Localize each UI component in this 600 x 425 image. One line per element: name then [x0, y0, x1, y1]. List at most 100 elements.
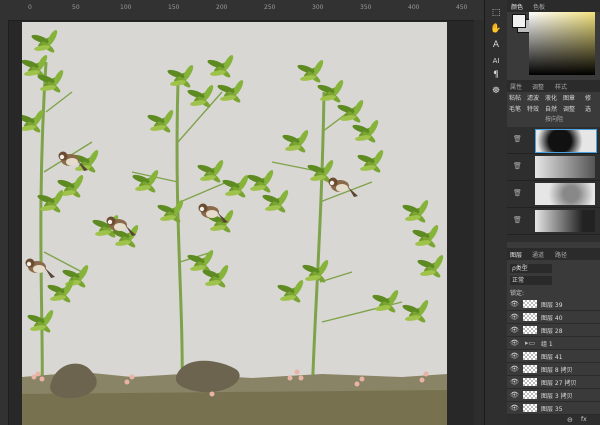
- brush-preset-list[interactable]: 🗑 🗑 🗑 🗑: [507, 127, 600, 242]
- tab-properties[interactable]: 属性: [510, 82, 522, 91]
- ruler-mark: 150: [168, 4, 180, 11]
- action-button[interactable]: 滤波: [527, 94, 539, 104]
- list-item[interactable]: 🗑: [507, 154, 600, 181]
- layer-row[interactable]: 👁 图层 3 拷贝: [507, 389, 600, 402]
- trash-icon[interactable]: 🗑: [513, 189, 522, 197]
- link-icon[interactable]: ⊖: [567, 416, 573, 424]
- preset-thumbnail: [535, 129, 597, 153]
- trash-icon[interactable]: 🗑: [513, 135, 522, 143]
- layer-filter-select[interactable]: ρ类型: [510, 264, 552, 273]
- bamboo-stems: [39, 61, 326, 403]
- layers-panel-tabs: 图层 通道 路径: [507, 248, 600, 260]
- blend-mode-select[interactable]: 正常: [510, 276, 552, 285]
- preset-thumbnail: [535, 183, 595, 205]
- panel-tools-strip: ⬚ ✋ A AI ¶ ☸: [484, 0, 508, 425]
- ruler-mark: 250: [264, 4, 276, 11]
- layer-row[interactable]: 👁 图层 28: [507, 324, 600, 337]
- action-button[interactable]: 特效: [527, 105, 539, 115]
- ruler-mark: 350: [360, 4, 372, 11]
- eye-icon[interactable]: 👁: [510, 352, 519, 360]
- layer-name: 图层 40: [541, 315, 563, 322]
- layer-thumbnail: [523, 365, 537, 373]
- eye-icon[interactable]: 👁: [510, 378, 519, 386]
- eye-icon[interactable]: 👁: [510, 326, 519, 334]
- layer-thumbnail: [523, 326, 537, 334]
- preset-thumbnail: [535, 156, 595, 178]
- layer-name: 图层 8 拷贝: [541, 367, 573, 374]
- action-button[interactable]: 毛笔: [509, 105, 521, 115]
- tab-styles[interactable]: 样式: [555, 82, 567, 91]
- layer-name: 组 1: [541, 341, 553, 348]
- eye-icon[interactable]: 👁: [510, 300, 519, 308]
- layer-row[interactable]: 👁 图层 39: [507, 298, 600, 311]
- adjust-panel-tabs: 属性 调整 样式: [507, 80, 600, 92]
- color-picker-field[interactable]: [529, 12, 595, 75]
- tab-adjustments[interactable]: 调整: [532, 82, 544, 91]
- eye-icon[interactable]: 👁: [510, 339, 519, 347]
- action-button[interactable]: 图章: [563, 94, 575, 104]
- hand-icon[interactable]: ✋: [489, 22, 503, 36]
- tab-swatches[interactable]: 色板: [533, 2, 545, 11]
- puppet-icon[interactable]: ☸: [489, 84, 503, 98]
- vertical-ruler[interactable]: [0, 20, 9, 425]
- tab-channels[interactable]: 通道: [532, 250, 544, 259]
- layer-row[interactable]: 👁 图层 40: [507, 311, 600, 324]
- action-button[interactable]: 修: [585, 94, 591, 104]
- action-button[interactable]: 调整: [563, 105, 575, 115]
- bamboo-sparrow-artwork: [22, 28, 447, 425]
- frame-icon[interactable]: ⬚: [489, 6, 503, 20]
- layer-thumbnail: [523, 352, 537, 360]
- paragraph-style-icon[interactable]: A: [489, 38, 503, 52]
- layer-row[interactable]: 👁 图层 35: [507, 402, 600, 415]
- foreground-color-swatch[interactable]: [512, 14, 526, 28]
- layer-row[interactable]: 👁 图层 41: [507, 350, 600, 363]
- action-buttons: 粘帖 滤波 液化 图章 修 毛笔 特效 自然 调整 选 按向阻: [507, 94, 600, 124]
- layers-panel: 图层 通道 路径 ρ类型 正常 锁定: 👁 图层 39 👁 图层 40 👁 图层 28…: [507, 248, 600, 425]
- action-button[interactable]: 粘帖: [509, 94, 521, 104]
- trash-icon[interactable]: 🗑: [513, 216, 522, 224]
- action-button[interactable]: 选: [585, 105, 591, 115]
- color-panel-tabs: 颜色 色板: [507, 0, 600, 12]
- layers-footer: ⊖ fx: [507, 415, 600, 425]
- eye-icon[interactable]: 👁: [510, 404, 519, 412]
- layer-thumbnail: [523, 313, 537, 321]
- sub-label: 按向阻: [545, 116, 564, 123]
- tab-color[interactable]: 颜色: [511, 2, 523, 11]
- list-item[interactable]: 🗑: [507, 181, 600, 208]
- action-button[interactable]: 液化: [545, 94, 557, 104]
- layer-thumbnail: [523, 300, 537, 308]
- preset-thumbnail: [535, 210, 595, 232]
- tab-paths[interactable]: 路径: [555, 250, 567, 259]
- horizontal-ruler[interactable]: 0 50 100 150 200 250 300 350 400 450: [0, 0, 484, 21]
- folder-icon: ▸▭: [525, 339, 536, 347]
- layer-name: 图层 28: [541, 328, 563, 335]
- text-icon[interactable]: AI: [489, 54, 503, 68]
- bamboo-leaves: [22, 28, 446, 335]
- layer-thumbnail: [523, 404, 537, 412]
- list-item[interactable]: 🗑: [507, 208, 600, 235]
- list-item[interactable]: 🗑: [507, 127, 600, 154]
- paragraph-icon[interactable]: ¶: [489, 68, 503, 82]
- right-panels: 颜色 色板 属性 调整 样式 粘帖 滤波 液化 图章 修 毛笔 特效 自然 调整…: [507, 0, 600, 425]
- ruler-mark: 200: [216, 4, 228, 11]
- eye-icon[interactable]: 👁: [510, 365, 519, 373]
- vertical-scrollbar[interactable]: [474, 20, 484, 425]
- ruler-mark: 400: [408, 4, 420, 11]
- eye-icon[interactable]: 👁: [510, 391, 519, 399]
- ground-shadow: [22, 390, 447, 425]
- workspace: 0 50 100 150 200 250 300 350 400 450: [0, 0, 484, 425]
- layer-name: 图层 3 拷贝: [541, 393, 573, 400]
- fx-icon[interactable]: fx: [581, 416, 587, 423]
- trash-icon[interactable]: 🗑: [513, 162, 522, 170]
- eye-icon[interactable]: 👁: [510, 313, 519, 321]
- ruler-mark: 100: [120, 4, 132, 11]
- ruler-mark: 50: [72, 4, 80, 11]
- layer-row[interactable]: 👁 ▸▭ 组 1: [507, 337, 600, 350]
- layer-row[interactable]: 👁 图层 27 拷贝: [507, 376, 600, 389]
- layer-row[interactable]: 👁 图层 8 拷贝: [507, 363, 600, 376]
- canvas-artboard[interactable]: [22, 22, 447, 425]
- layer-name: 图层 41: [541, 354, 563, 361]
- layer-name: 图层 35: [541, 406, 563, 413]
- tab-layers[interactable]: 图层: [510, 250, 522, 259]
- action-button[interactable]: 自然: [545, 105, 557, 115]
